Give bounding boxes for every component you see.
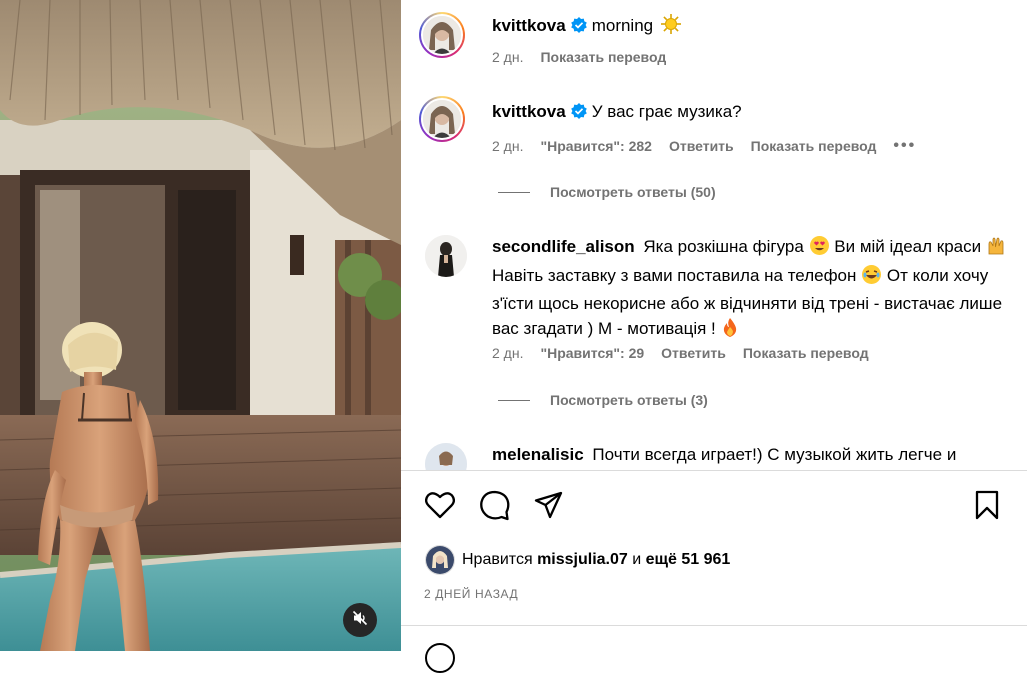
liker-username[interactable]: missjulia.07 — [537, 551, 628, 569]
heart-eyes-emoji-icon — [809, 235, 830, 264]
post-video-frame — [0, 0, 401, 651]
translate-button[interactable]: Показать перевод — [751, 138, 877, 154]
sun-emoji-icon — [660, 13, 682, 43]
comment-text: melenalisic Почти всегда играет!) С музы… — [492, 443, 1012, 468]
author-avatar[interactable] — [419, 12, 465, 58]
bookmark-icon[interactable] — [974, 490, 1000, 525]
more-options-icon[interactable]: ••• — [893, 137, 916, 155]
comment-meta: 2 дн. "Нравится": 29 Ответить Показать п… — [492, 345, 869, 361]
reply-button[interactable]: Ответить — [661, 345, 726, 361]
comment-likes[interactable]: "Нравится": 282 — [540, 138, 651, 154]
likes-conj: и — [632, 551, 642, 568]
verified-badge-icon — [570, 102, 588, 128]
view-replies-button[interactable]: Посмотреть ответы (50) — [498, 184, 716, 200]
comment-username[interactable]: kvittkova — [492, 102, 566, 121]
heart-icon[interactable] — [424, 491, 456, 524]
view-replies-button[interactable]: Посмотреть ответы (3) — [498, 392, 708, 408]
likes-prefix: Нравится — [462, 551, 533, 568]
comment-time[interactable]: 2 дн. — [492, 49, 523, 65]
likes-summary[interactable]: Нравится missjulia.07 и ещё 51 961 — [425, 545, 730, 575]
replies-divider — [498, 191, 530, 193]
comment-time[interactable]: 2 дн. — [492, 138, 523, 154]
comment-time[interactable]: 2 дн. — [492, 345, 523, 361]
send-icon[interactable] — [534, 491, 563, 524]
post-date[interactable]: 2 ДНЕЙ НАЗАД — [424, 587, 518, 601]
caption-text: kvittkova morning — [492, 13, 1012, 43]
comment-meta: 2 дн. Показать перевод — [492, 49, 666, 65]
commenter-avatar[interactable] — [425, 443, 467, 470]
raising-hands-emoji-icon — [986, 235, 1007, 264]
liker-avatar — [425, 545, 455, 575]
comment-username[interactable]: secondlife_alison — [492, 237, 635, 256]
emoji-icon[interactable] — [425, 643, 455, 673]
comments-list[interactable]: kvittkova morning 2 дн. Показать перевод … — [401, 0, 1027, 471]
speaker-muted-icon — [352, 610, 368, 631]
translate-button[interactable]: Показать перевод — [540, 49, 666, 65]
post-side-panel: kvittkova morning 2 дн. Показать перевод … — [401, 0, 1027, 673]
replies-divider — [498, 399, 530, 401]
comment-body: Почти всегда играет!) С музыкой жить лег… — [592, 445, 957, 464]
comment-likes[interactable]: "Нравится": 29 — [540, 345, 644, 361]
translate-button[interactable]: Показать перевод — [743, 345, 869, 361]
mute-button[interactable] — [343, 603, 377, 637]
comment-body: У вас грає музика? — [591, 102, 742, 121]
comment-username[interactable]: melenalisic — [492, 445, 584, 464]
post-action-bar — [401, 470, 1027, 545]
view-replies-label: Посмотреть ответы (50) — [550, 184, 716, 200]
likes-count[interactable]: ещё 51 961 — [646, 551, 731, 569]
view-replies-label: Посмотреть ответы (3) — [550, 392, 708, 408]
author-avatar[interactable] — [419, 96, 465, 142]
comment-text: secondlife_alison Яка розкішна фігура Ви… — [492, 235, 1012, 345]
verified-badge-icon — [570, 16, 588, 42]
comment-body: morning — [591, 16, 654, 35]
comment-username[interactable]: kvittkova — [492, 16, 566, 35]
comment-body-2: Ви мій ідеал краси — [834, 237, 982, 256]
post-media[interactable] — [0, 0, 401, 651]
divider — [401, 625, 1027, 626]
comment-text: kvittkova У вас грає музика? — [492, 100, 1012, 128]
laughing-emoji-icon — [861, 264, 882, 293]
comment-meta: 2 дн. "Нравится": 282 Ответить Показать … — [492, 137, 916, 155]
fire-emoji-icon — [721, 317, 739, 346]
commenter-avatar[interactable] — [425, 235, 467, 277]
comment-body-1: Яка розкішна фігура — [643, 237, 804, 256]
comment-icon[interactable] — [479, 490, 510, 526]
reply-button[interactable]: Ответить — [669, 138, 734, 154]
comment-body-3: Навіть заставку з вами поставила на теле… — [492, 265, 857, 285]
